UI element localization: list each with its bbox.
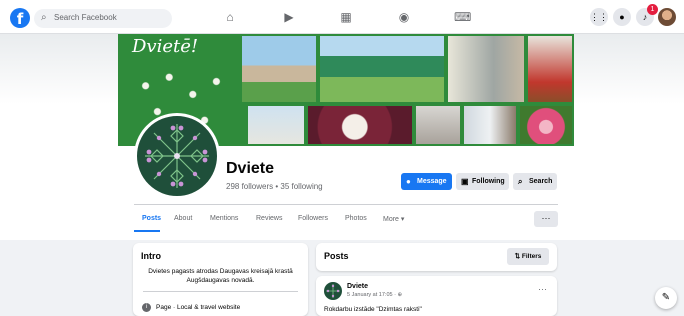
- menu-icon[interactable]: ⋮⋮: [590, 8, 608, 26]
- page-category: Page · Local & travel website: [156, 304, 241, 311]
- info-icon: i: [142, 303, 151, 312]
- search-icon: ⌕: [41, 12, 47, 23]
- top-navigation-bar: f ⌕ Search Facebook ⌂ ▶ ▦ ◉ ⌨ ⋮⋮ ● ♪ 1: [0, 0, 684, 34]
- message-button[interactable]: ● Message: [401, 173, 452, 190]
- more-options-button[interactable]: ···: [534, 211, 558, 227]
- posts-title: Posts: [324, 251, 349, 261]
- cover-photo-tile: [462, 104, 518, 146]
- search-button-label: Search: [529, 178, 553, 185]
- intro-bio: Dvietes pagasts atrodas Daugavas kreisaj…: [148, 268, 293, 284]
- search-input[interactable]: ⌕ Search Facebook: [34, 9, 172, 28]
- message-button-label: Message: [417, 178, 447, 185]
- tab-posts[interactable]: Posts: [142, 215, 161, 222]
- post-author-avatar[interactable]: [324, 282, 342, 300]
- gaming-icon[interactable]: ⌨: [454, 9, 471, 25]
- facebook-logo-icon[interactable]: f: [10, 8, 30, 28]
- follower-stats[interactable]: 298 followers • 35 following: [226, 182, 323, 191]
- following-icon: ▣: [461, 177, 469, 186]
- page-title: Dviete: [226, 160, 275, 177]
- cover-photo-tile: [318, 34, 446, 104]
- cover-photo-tile: [246, 104, 306, 146]
- post-options-icon[interactable]: ···: [538, 284, 547, 294]
- account-avatar[interactable]: [658, 8, 676, 26]
- page-search-button[interactable]: ⌕ Search: [513, 173, 557, 190]
- following-button[interactable]: ▣ Following: [456, 173, 509, 190]
- intro-title: Intro: [141, 251, 161, 261]
- messenger-icon: ●: [406, 177, 411, 186]
- tab-followers[interactable]: Followers: [298, 215, 328, 222]
- cover-photo-tile: [414, 104, 462, 146]
- tab-reviews[interactable]: Reviews: [256, 215, 282, 222]
- page-profile-picture[interactable]: [134, 113, 220, 199]
- home-icon[interactable]: ⌂: [222, 9, 238, 25]
- folk-pattern-logo-icon: [145, 124, 209, 188]
- following-button-label: Following: [472, 178, 505, 185]
- tab-mentions[interactable]: Mentions: [210, 215, 238, 222]
- notification-badge: 1: [647, 4, 658, 15]
- post-timestamp[interactable]: 5 January at 17:05 · ⊕: [347, 292, 402, 298]
- post-text: Rokdarbu izstāde "Dzimtas raksti": [324, 306, 422, 313]
- post-card: Dviete 5 January at 17:05 · ⊕ ··· Rokdar…: [316, 276, 557, 316]
- header-divider: [134, 204, 558, 205]
- search-placeholder: Search Facebook: [54, 13, 117, 22]
- tab-about[interactable]: About: [174, 215, 192, 222]
- cover-photo-tile: [240, 34, 318, 104]
- tab-photos[interactable]: Photos: [345, 215, 367, 222]
- active-tab-indicator: [134, 230, 160, 232]
- cover-title: Dvietē!: [132, 36, 199, 57]
- new-message-icon[interactable]: ✎: [655, 287, 677, 309]
- intro-divider: [143, 291, 298, 292]
- cover-backdrop-right: [573, 34, 684, 104]
- cover-photo-tile: [526, 34, 574, 104]
- video-icon[interactable]: ▶: [281, 9, 297, 25]
- cover-photo-tile: [518, 104, 574, 146]
- intro-card: Intro Dvietes pagasts atrodas Daugavas k…: [133, 243, 308, 316]
- post-author-name[interactable]: Dviete: [347, 283, 368, 290]
- filters-icon: ⇅: [514, 253, 522, 260]
- cover-photo-tile: [446, 34, 526, 104]
- marketplace-icon[interactable]: ▦: [338, 9, 354, 25]
- messenger-icon[interactable]: ●: [613, 8, 631, 26]
- filters-button[interactable]: ⇅ Filters: [507, 248, 549, 265]
- filters-label: Filters: [521, 253, 542, 260]
- folk-pattern-logo-icon: [326, 284, 340, 298]
- tab-more[interactable]: More ▾: [383, 215, 404, 223]
- cover-photo-tile: [306, 104, 414, 146]
- groups-icon[interactable]: ◉: [396, 9, 412, 25]
- posts-header-card: Posts ⇅ Filters: [316, 243, 557, 271]
- search-icon: ⌕: [518, 177, 523, 186]
- cover-backdrop-left: [0, 34, 120, 104]
